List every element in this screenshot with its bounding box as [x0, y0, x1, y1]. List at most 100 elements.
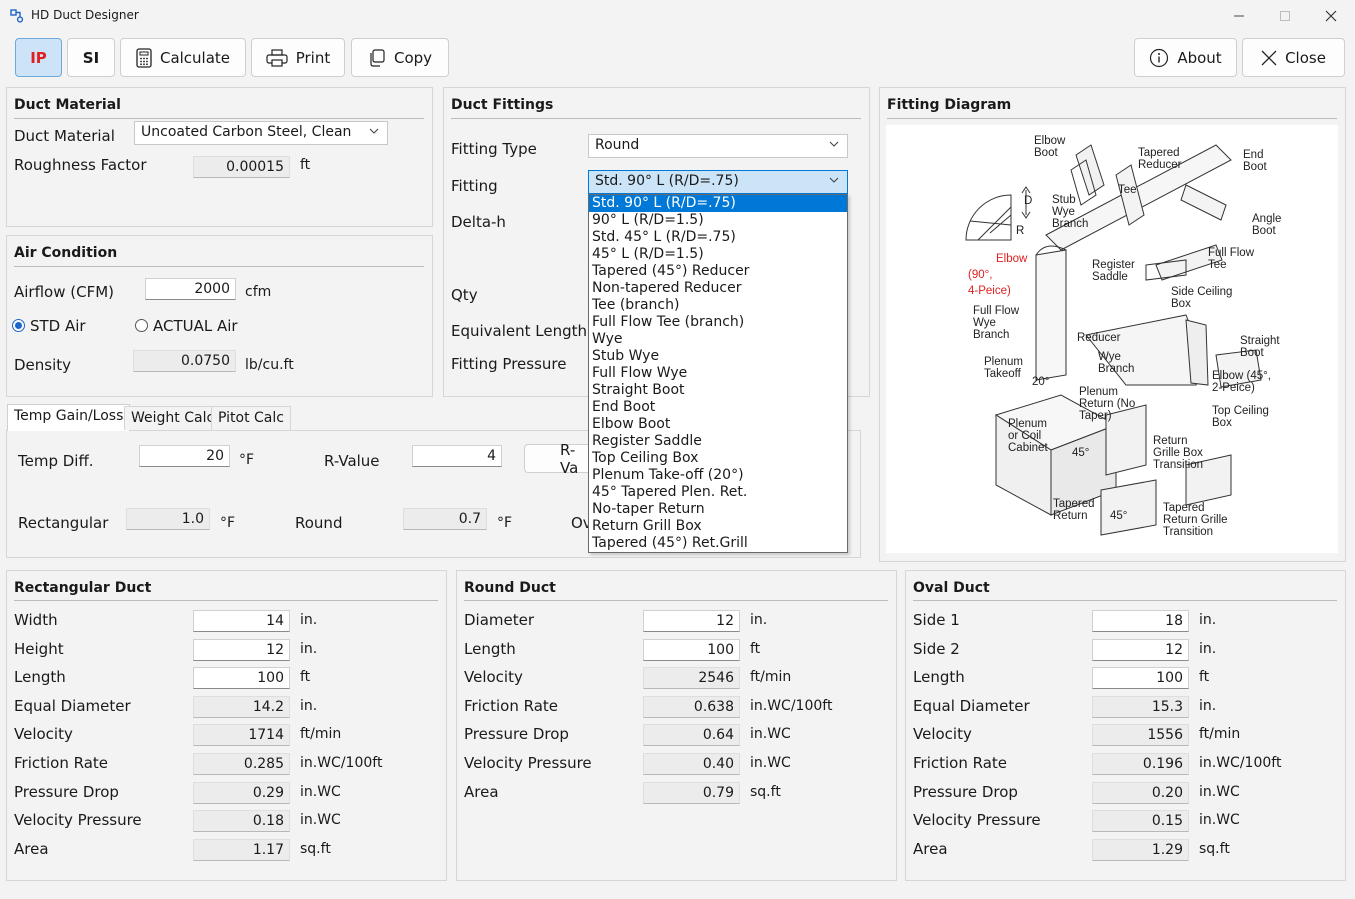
- r-value-input[interactable]: 4: [412, 445, 502, 467]
- about-button[interactable]: About: [1134, 38, 1237, 77]
- maximize-button[interactable]: [1262, 0, 1308, 32]
- velocity-label: Velocity: [913, 725, 972, 743]
- copy-button[interactable]: Copy: [351, 38, 449, 77]
- airflow-input[interactable]: 2000: [145, 278, 236, 300]
- fitting-option[interactable]: Non-tapered Reducer: [589, 280, 847, 297]
- pressure-drop-unit: in.WC: [750, 726, 791, 742]
- area-unit: sq.ft: [1199, 841, 1230, 857]
- side-2-unit: in.: [1199, 641, 1217, 657]
- divider: [451, 118, 861, 119]
- fitting-option[interactable]: Elbow Boot: [589, 416, 847, 433]
- rectangular-temp-unit: °F: [220, 515, 236, 531]
- length-input[interactable]: 100: [1092, 667, 1189, 689]
- diagram-label-elbow-45: Elbow (45°, 2-Peice): [1212, 370, 1271, 394]
- si-units-button[interactable]: SI: [67, 38, 115, 77]
- fitting-option[interactable]: Tapered (45°) Ret.Grill: [589, 535, 847, 552]
- fitting-option[interactable]: No-taper Return: [589, 501, 847, 518]
- diagram-dim-r: R: [1016, 225, 1025, 237]
- fitting-value: Std. 90° L (R/D=.75): [595, 173, 739, 189]
- r-value-button[interactable]: R-Va: [524, 441, 588, 477]
- std-air-radio[interactable]: [12, 319, 25, 332]
- length-label: Length: [913, 668, 965, 686]
- actual-air-radio[interactable]: [135, 319, 148, 332]
- fitting-select[interactable]: Std. 90° L (R/D=.75): [588, 170, 848, 194]
- fitting-option[interactable]: Plenum Take-off (20°): [589, 467, 847, 484]
- diagram-label-full-flow-tee: Full Flow Tee: [1208, 247, 1255, 271]
- close-x-icon: [1261, 50, 1277, 65]
- velocity-unit: ft/min: [750, 669, 792, 685]
- fitting-option[interactable]: Straight Boot: [589, 382, 847, 399]
- close-app-button[interactable]: Close: [1242, 38, 1345, 77]
- pressure-drop-field: 0.64: [643, 724, 740, 746]
- fitting-option[interactable]: End Boot: [589, 399, 847, 416]
- minimize-button[interactable]: [1216, 0, 1262, 32]
- fitting-option[interactable]: Top Ceiling Box: [589, 450, 847, 467]
- fitting-option[interactable]: 90° L (R/D=1.5): [589, 212, 847, 229]
- diameter-input[interactable]: 12: [643, 610, 740, 632]
- qty-label: Qty: [451, 286, 478, 304]
- height-input[interactable]: 12: [193, 639, 290, 661]
- velocity-unit: ft/min: [1199, 726, 1241, 742]
- pressure-drop-unit: in.WC: [1199, 784, 1240, 800]
- roughness-unit: ft: [300, 157, 311, 173]
- std-air-label: STD Air: [30, 317, 86, 335]
- fitting-option[interactable]: Full Flow Wye: [589, 365, 847, 382]
- width-input[interactable]: 14: [193, 610, 290, 632]
- height-label: Height: [14, 640, 64, 658]
- length-input[interactable]: 100: [193, 667, 290, 689]
- fitting-option[interactable]: Std. 90° L (R/D=.75): [589, 195, 847, 212]
- fitting-option[interactable]: Wye: [589, 331, 847, 348]
- fitting-option[interactable]: 45° Tapered Plen. Ret.: [589, 484, 847, 501]
- fitting-option[interactable]: Register Saddle: [589, 433, 847, 450]
- fitting-option[interactable]: Std. 45° L (R/D=.75): [589, 229, 847, 246]
- app-duct-icon: [10, 9, 24, 23]
- area-label: Area: [14, 840, 49, 858]
- ip-units-button[interactable]: IP: [15, 38, 62, 77]
- fitting-option[interactable]: Full Flow Tee (branch): [589, 314, 847, 331]
- diameter-label: Diameter: [464, 611, 535, 629]
- side-1-input[interactable]: 18: [1092, 610, 1189, 632]
- duct-material-value: Uncoated Carbon Steel, Clean: [141, 124, 352, 140]
- info-icon: [1150, 48, 1169, 67]
- diagram-label-full-flow-wye: Full Flow Wye Branch: [973, 305, 1020, 341]
- area-unit: sq.ft: [300, 841, 331, 857]
- tab-pitot-calc[interactable]: Pitot Calc: [211, 406, 291, 430]
- side-2-input[interactable]: 12: [1092, 639, 1189, 661]
- calculate-button[interactable]: Calculate: [120, 38, 246, 77]
- fitting-option[interactable]: Tapered (45°) Reducer: [589, 263, 847, 280]
- duct-material-select[interactable]: Uncoated Carbon Steel, Clean: [134, 121, 388, 145]
- round-temp-unit: °F: [497, 515, 513, 531]
- window-close-button[interactable]: [1308, 0, 1354, 32]
- length-input[interactable]: 100: [643, 639, 740, 661]
- fitting-dropdown-list[interactable]: Std. 90° L (R/D=.75) 90° L (R/D=1.5) Std. …: [588, 194, 848, 553]
- print-button[interactable]: Print: [251, 38, 345, 77]
- fitting-label: Fitting: [451, 177, 498, 195]
- tab-temp-gain-loss[interactable]: Temp Gain/Loss: [7, 404, 131, 431]
- tab-weight-calc[interactable]: Weight Calc: [124, 406, 222, 430]
- fitting-diagram-image: Elbow Boot Tapered Reducer End Boot Tee Stu…: [886, 125, 1338, 553]
- equal-diameter-label: Equal Diameter: [913, 697, 1030, 715]
- chevron-down-icon: [829, 177, 839, 183]
- pressure-drop-label: Pressure Drop: [464, 725, 569, 743]
- temp-diff-label: Temp Diff.: [18, 452, 94, 470]
- equal-diameter-unit: in.: [300, 698, 318, 714]
- fitting-option[interactable]: 45° L (R/D=1.5): [589, 246, 847, 263]
- rectangular-duct-title: Rectangular Duct: [14, 580, 152, 596]
- title-bar: [0, 0, 1355, 32]
- diagram-label-straight-boot: Straight Boot: [1240, 335, 1280, 359]
- divider: [14, 266, 424, 267]
- fitting-option[interactable]: Tee (branch): [589, 297, 847, 314]
- air-condition-title: Air Condition: [14, 245, 118, 261]
- fitting-option[interactable]: Stub Wye: [589, 348, 847, 365]
- diagram-label-return-grille-box: Return Grille Box Transition: [1153, 435, 1204, 471]
- velocity-unit: ft/min: [300, 726, 342, 742]
- temp-diff-input[interactable]: 20: [139, 445, 230, 467]
- friction-rate-label: Friction Rate: [14, 754, 109, 772]
- fitting-type-value: Round: [595, 137, 640, 153]
- diagram-label-elbow-boot: Elbow Boot: [1034, 135, 1066, 159]
- fitting-option[interactable]: Return Grill Box: [589, 518, 847, 535]
- velocity-pressure-field: 0.18: [193, 810, 290, 832]
- velocity-pressure-unit: in.WC: [300, 812, 341, 828]
- fitting-type-select[interactable]: Round: [588, 134, 848, 158]
- area-field: 0.79: [643, 782, 740, 804]
